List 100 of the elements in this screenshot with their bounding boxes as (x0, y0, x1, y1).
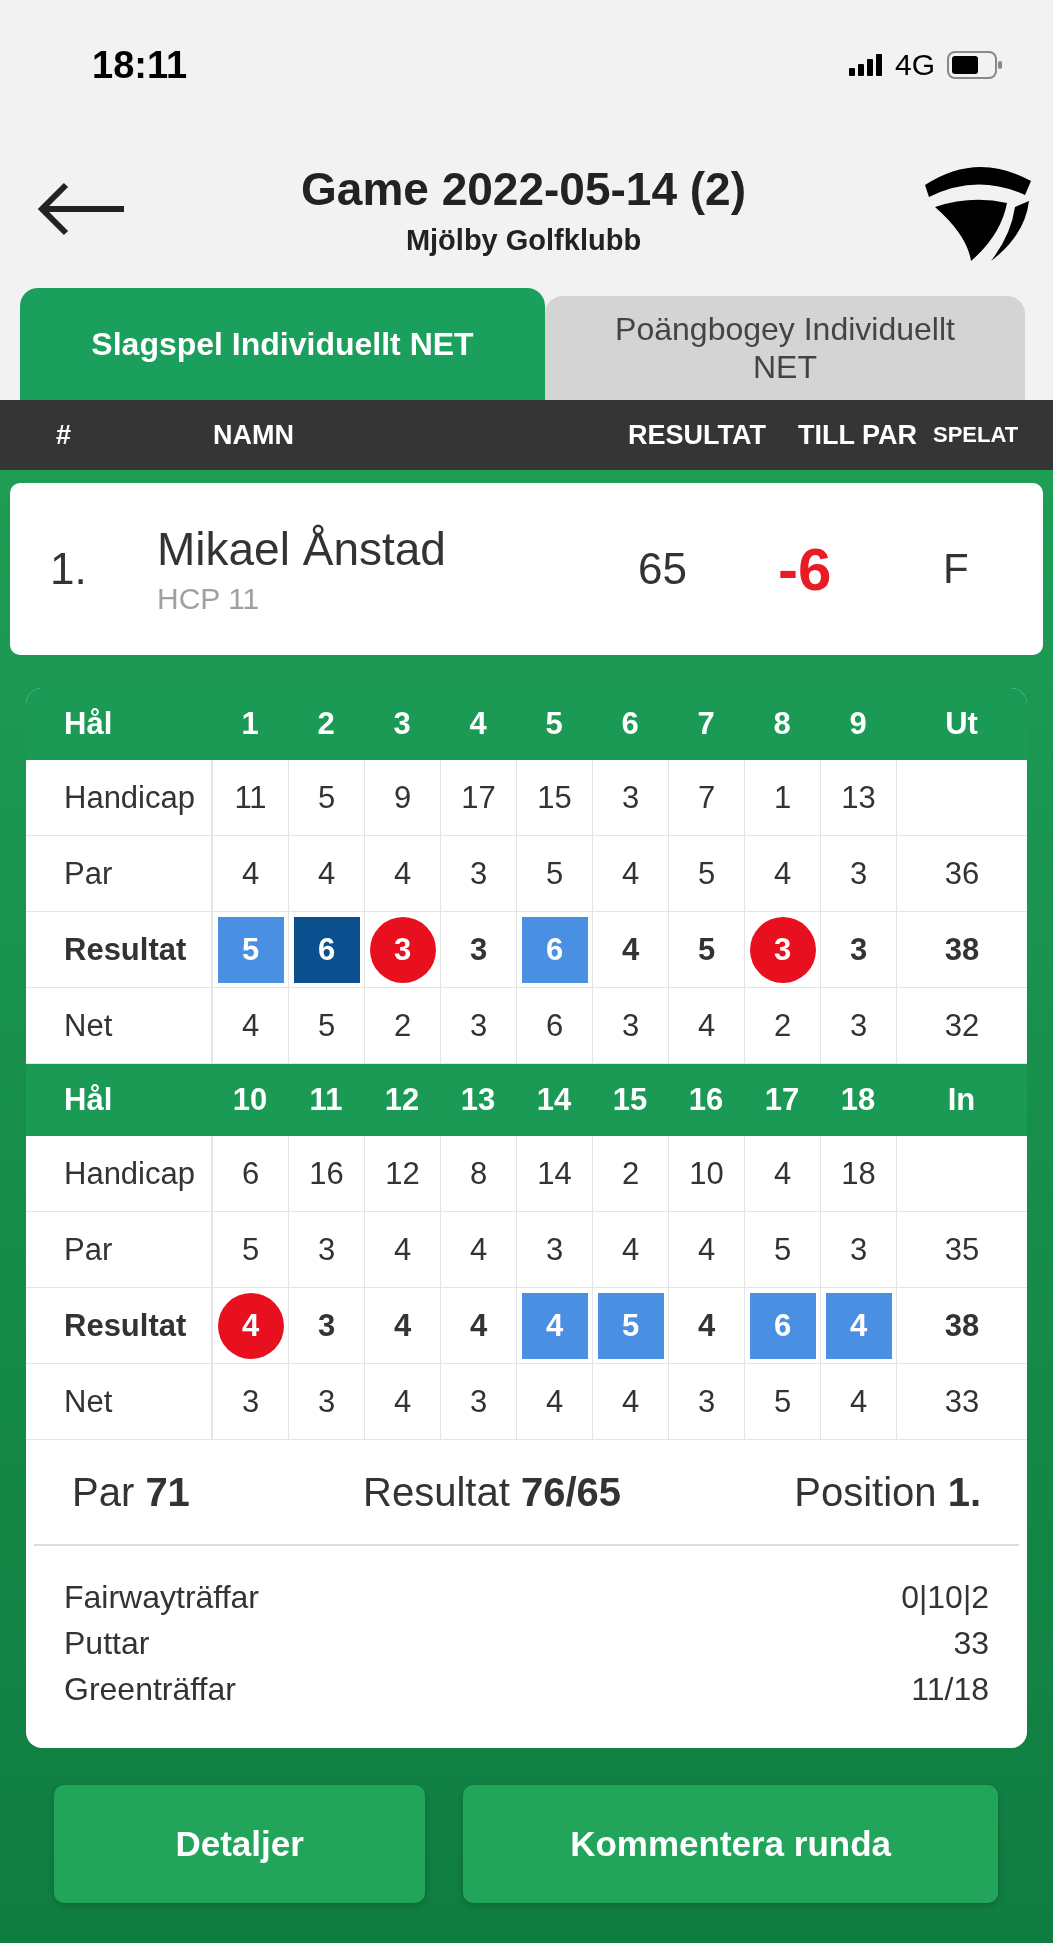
header-cell: 17 (744, 1064, 820, 1136)
table-cell: 5 (668, 836, 744, 912)
action-button[interactable]: Kommentera runda (463, 1785, 998, 1903)
game-title: Game 2022-05-14 (2) (301, 161, 746, 216)
column-header: TILL PAR (798, 419, 918, 451)
total-cell: 36 (896, 836, 1027, 912)
table-cell: 16 (288, 1136, 364, 1212)
header-cell: 13 (440, 1064, 516, 1136)
column-header: NAMN (213, 419, 295, 451)
stat-value: 0|10|2 (901, 1578, 989, 1617)
table-cell: 4 (364, 1212, 440, 1288)
summary-text: Par 71 (72, 1469, 190, 1515)
stat-label: Greenträffar (64, 1670, 236, 1709)
row-label: Net (26, 1364, 212, 1440)
score-mark: 4 (217, 1292, 284, 1359)
score-mark: 6 (749, 1292, 816, 1359)
signal-icon (848, 54, 883, 76)
header-cell: 11 (288, 1064, 364, 1136)
score-mark: 3 (468, 930, 489, 969)
score-mark: 3 (749, 916, 816, 983)
table-cell: 3 (440, 1364, 516, 1440)
player-position: 1. (50, 544, 88, 594)
table-cell: 4 (516, 1364, 592, 1440)
header-cell: Hål (26, 688, 212, 760)
table-cell: 5 (516, 836, 592, 912)
table-cell: 2 (592, 1136, 668, 1212)
header-cell: 1 (212, 688, 288, 760)
player-name: Mikael Ånstad (157, 522, 447, 576)
score-mark: 4 (392, 1306, 413, 1345)
score-mark: 4 (468, 1306, 489, 1345)
table-cell: 8 (440, 1136, 516, 1212)
table-cell: 12 (364, 1136, 440, 1212)
header-cell: 14 (516, 1064, 592, 1136)
table-cell: 5 (744, 1364, 820, 1440)
player-played: F (943, 545, 970, 593)
table-cell: 3 (440, 836, 516, 912)
player-result: 65 (638, 544, 688, 594)
table-cell: 4 (592, 836, 668, 912)
table-cell: 9 (364, 760, 440, 836)
back-arrow-icon[interactable] (38, 182, 126, 236)
club-name: Mjölby Golfklubb (405, 223, 642, 257)
table-cell: 14 (516, 1136, 592, 1212)
header-cell: 12 (364, 1064, 440, 1136)
table-cell: 4 (820, 1364, 896, 1440)
table-cell: 6 (212, 1136, 288, 1212)
table-cell: 3 (288, 1212, 364, 1288)
table-cell: 5 (744, 1212, 820, 1288)
table-cell: 3 (516, 1212, 592, 1288)
row-label: Par (26, 836, 212, 912)
header-cell: 8 (744, 688, 820, 760)
table-cell: 4 (212, 836, 288, 912)
table-cell: 11 (212, 760, 288, 836)
table-cell: 1 (744, 760, 820, 836)
table-cell: 13 (820, 760, 896, 836)
stat-value: 33 (953, 1624, 989, 1663)
table-cell: 4 (744, 1136, 820, 1212)
tab[interactable]: Poängbogey Individuellt NET (545, 296, 1025, 400)
action-button[interactable]: Detaljer (54, 1785, 426, 1903)
player-handicap: HCP 11 (157, 582, 261, 616)
row-label: Par (26, 1212, 212, 1288)
table-cell: 10 (668, 1136, 744, 1212)
score-mark: 3 (369, 916, 436, 983)
stat-value: 11/18 (911, 1670, 989, 1709)
table-cell: 3 (212, 1364, 288, 1440)
summary-text: Position 1. (794, 1469, 981, 1515)
header-cell: 6 (592, 688, 668, 760)
battery-icon (947, 51, 1003, 79)
header-cell: In (896, 1064, 1027, 1136)
table-cell: 5 (288, 760, 364, 836)
table-cell: 4 (440, 1212, 516, 1288)
table-cell: 3 (668, 1364, 744, 1440)
table-cell: 4 (668, 1212, 744, 1288)
column-header: # (56, 419, 73, 451)
column-header: SPELAT (933, 422, 1020, 448)
header-cell: 4 (440, 688, 516, 760)
header-cell: 9 (820, 688, 896, 760)
header-cell: 10 (212, 1064, 288, 1136)
score-mark: 4 (696, 1306, 717, 1345)
status-time: 18:11 (92, 43, 188, 87)
table-cell: 3 (820, 1212, 896, 1288)
score-mark: 4 (825, 1292, 892, 1359)
row-label: Resultat (26, 1288, 212, 1364)
score-mark: 3 (848, 930, 869, 969)
score-mark: 6 (293, 916, 360, 983)
score-mark: 5 (217, 916, 284, 983)
stat-label: Fairwayträffar (64, 1578, 259, 1617)
score-mark: 3 (316, 1306, 337, 1345)
header-cell: 16 (668, 1064, 744, 1136)
summary-text: Resultat 76/65 (363, 1469, 622, 1515)
table-cell: 4 (744, 836, 820, 912)
tab[interactable]: Slagspel Individuellt NET (20, 288, 545, 400)
table-cell: 3 (592, 760, 668, 836)
header-cell: Ut (896, 688, 1027, 760)
total-cell: 33 (896, 1364, 1027, 1440)
table-cell: 4 (288, 836, 364, 912)
table-cell: 4 (364, 836, 440, 912)
row-label: Resultat (26, 912, 212, 988)
score-mark: 4 (620, 930, 641, 969)
table-cell: 4 (364, 1364, 440, 1440)
table-cell: 4 (592, 1364, 668, 1440)
